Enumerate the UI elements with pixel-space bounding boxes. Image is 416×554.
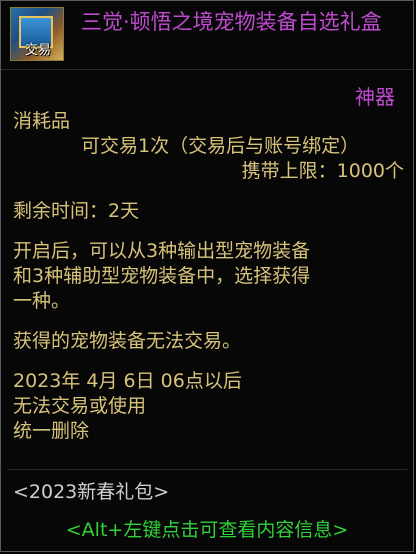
item-type: 消耗品 <box>13 110 71 132</box>
expiry-line: 统一删除 <box>13 420 90 442</box>
item-tooltip: 交易 三觉·顿悟之境宠物装备自选礼盒 神器 消耗品 可交易1次（交易后与账号绑定… <box>0 0 414 552</box>
trade-info: 可交易1次（交易后与账号绑定） <box>81 135 360 157</box>
remaining-time: 剩余时间：2天 <box>13 200 140 222</box>
tooltip-header: 交易 三觉·顿悟之境宠物装备自选礼盒 <box>1 1 413 70</box>
rarity-label: 神器 <box>355 85 395 109</box>
trade-warning: 获得的宠物装备无法交易。 <box>13 330 242 352</box>
expiry-line: 无法交易或使用 <box>13 395 147 417</box>
gift-box-icon: 交易 <box>10 7 64 61</box>
carry-limit: 携带上限：1000个 <box>241 160 404 182</box>
package-name: <2023新春礼包> <box>13 481 170 503</box>
tradable-label: 交易 <box>25 43 52 58</box>
tooltip-body: 消耗品 可交易1次（交易后与账号绑定） 携带上限：1000个 剩余时间：2天 开… <box>13 109 408 444</box>
description-line: 一种。 <box>13 290 71 312</box>
description-line: 开启后，可以从3种输出型宠物装备 <box>13 240 311 262</box>
description-line: 和3种辅助型宠物装备中，选择获得 <box>13 265 311 287</box>
item-title: 三觉·顿悟之境宠物装备自选礼盒 <box>81 10 382 34</box>
divider <box>7 469 407 470</box>
expiry-line: 2023年 4月 6日 06点以后 <box>13 370 242 392</box>
view-contents-hint: <Alt+左键点击可查看内容信息> <box>65 519 349 541</box>
